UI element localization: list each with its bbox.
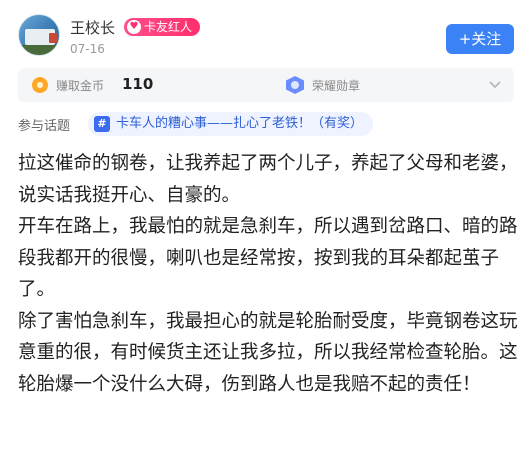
post-paragraph: 拉这催命的钢卷，让我养起了两个儿子，养起了父母和老婆，说实话我挺开心、自豪的。	[18, 153, 518, 206]
topic-title: 卡车人的糟心事——扎心了老铁！（有奖）	[116, 116, 364, 131]
coin-value: 110	[122, 75, 154, 93]
author-name[interactable]: 王校长	[70, 17, 115, 38]
topic-label: 参与话题	[18, 119, 71, 134]
coin-label: 赚取金币	[56, 79, 105, 93]
stats-bar: 赚取金币 110 荣耀勋章	[18, 68, 514, 102]
post-header: 王校长 ♥ 卡友红人 07-16 +关注	[18, 14, 514, 62]
topic-link[interactable]: # 卡车人的糟心事——扎心了老铁！（有奖）	[88, 112, 374, 136]
truck-icon	[25, 29, 57, 45]
post-body: 拉这催命的钢卷，让我养起了两个儿子，养起了父母和老婆，说实话我挺开心、自豪的。 …	[18, 148, 518, 400]
medal-label[interactable]: 荣耀勋章	[312, 77, 360, 94]
avatar[interactable]	[18, 14, 60, 56]
chevron-down-icon[interactable]	[488, 77, 502, 91]
author-badge-label: 卡友红人	[144, 20, 193, 34]
post-paragraph: 开车在路上，我最怕的就是急刹车，所以遇到岔路口、暗的路段我都开的很慢，喇叭也是经…	[18, 216, 518, 300]
author-badge: ♥ 卡友红人	[124, 18, 201, 36]
post-paragraph: 除了害怕急刹车，我最担心的就是轮胎耐受度，毕竟钢卷这玩意重的很，有时候货主还让我…	[18, 310, 518, 395]
follow-button[interactable]: +关注	[446, 24, 514, 54]
avatar-ground	[19, 45, 59, 55]
coin-icon	[32, 77, 48, 93]
medal-icon	[286, 76, 304, 94]
topic-row: 参与话题 # 卡车人的糟心事——扎心了老铁！（有奖）	[18, 112, 514, 136]
heart-icon: ♥	[127, 20, 141, 34]
hash-icon: #	[94, 116, 110, 132]
post-date: 07-16	[70, 42, 105, 56]
